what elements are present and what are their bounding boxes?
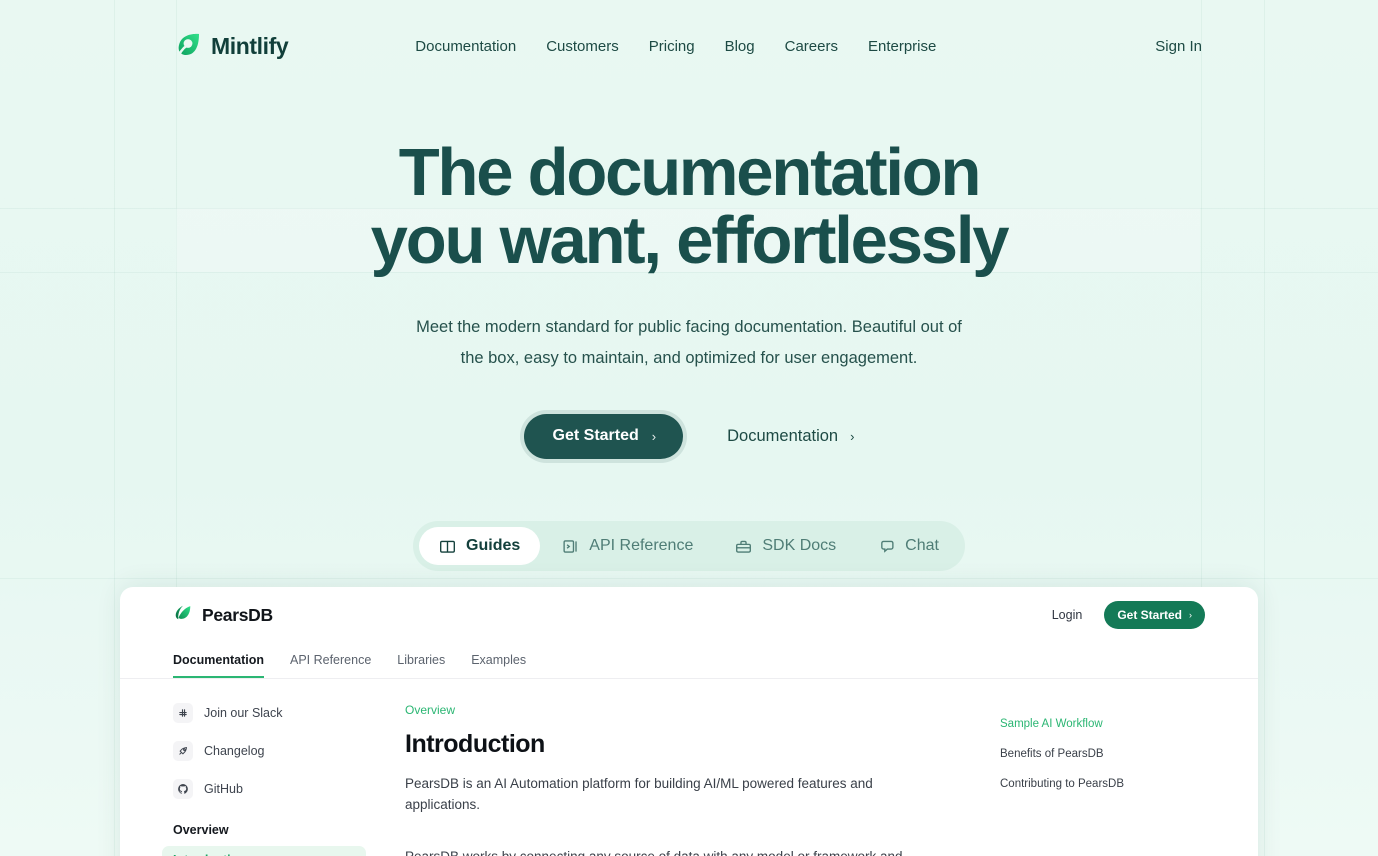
docs-preview-card: PearsDB Login Get Started › Documentatio… [120,587,1258,856]
api-terminal-icon [562,538,579,555]
sidebar-link-github-label: GitHub [204,782,243,796]
nav-item-enterprise[interactable]: Enterprise [868,38,936,55]
sidebar-item-introduction[interactable]: Introduction [162,846,366,856]
docs-tab-documentation[interactable]: Documentation [173,653,264,678]
chat-bubble-icon [878,538,895,555]
tab-sdk-docs-label: SDK Docs [762,537,837,554]
subtitle-line-1: Meet the modern standard for public faci… [416,318,962,336]
hero-body: The documentation you want, effortlessly… [0,92,1378,571]
nav-item-careers[interactable]: Careers [785,38,838,55]
get-started-label: Get Started [552,427,639,444]
sidebar-link-changelog[interactable]: Changelog [173,741,355,761]
tab-chat-label: Chat [905,537,939,554]
sign-in-link[interactable]: Sign In [1155,38,1202,55]
documentation-link-button[interactable]: Documentation › [727,427,854,446]
hero-section: Mintlify Documentation Customers Pricing… [0,0,1378,571]
docs-tab-examples[interactable]: Examples [471,653,526,678]
chevron-right-icon: › [850,429,855,444]
nav-item-blog[interactable]: Blog [725,38,755,55]
tab-guides-label: Guides [466,537,521,554]
brand-logo[interactable]: Mintlify [176,31,289,62]
documentation-label: Documentation [727,427,839,445]
slack-icon [173,703,193,723]
docs-content: Overview Introduction PearsDB is an AI A… [355,703,1000,856]
toolbox-icon [735,538,752,555]
docs-preview-header: PearsDB Login Get Started › [120,587,1258,643]
subtitle-line-2: the box, easy to maintain, and optimized… [460,349,918,367]
primary-nav: Documentation Customers Pricing Blog Car… [415,38,936,55]
github-icon [173,779,193,799]
docs-tab-bar: Documentation API Reference Libraries Ex… [120,643,1258,679]
docs-sidebar: Join our Slack Changelog GitHub Overview [162,703,366,856]
nav-item-pricing[interactable]: Pricing [649,38,695,55]
pearsdb-logo[interactable]: PearsDB [173,603,273,628]
nav-item-customers[interactable]: Customers [546,38,619,55]
chevron-right-icon: › [651,428,657,444]
content-paragraph-2: PearsDB works by connecting any source o… [405,846,945,856]
hero-subtitle: Meet the modern standard for public faci… [389,312,989,374]
login-link[interactable]: Login [1052,608,1083,622]
toc-item-benefits[interactable]: Benefits of PearsDB [1000,748,1205,760]
pears-leaf-icon [173,603,193,628]
sidebar-section-title: Overview [173,823,229,837]
docs-tab-api-reference[interactable]: API Reference [290,653,371,678]
mintlify-leaf-icon [176,31,202,62]
rocket-icon [173,741,193,761]
pearsdb-name: PearsDB [202,604,273,625]
page-title: The documentation you want, effortlessly [0,139,1378,275]
docs-tab-libraries[interactable]: Libraries [397,653,445,678]
table-of-contents: Sample AI Workflow Benefits of PearsDB C… [1000,703,1205,856]
top-navigation-bar: Mintlify Documentation Customers Pricing… [0,0,1378,92]
headline-line-2: you want, effortlessly [370,203,1010,278]
docs-get-started-button[interactable]: Get Started › [1104,601,1205,629]
hero-cta-row: Get Started › Documentation › [0,414,1378,459]
brand-name: Mintlify [211,32,289,59]
toc-item-contributing[interactable]: Contributing to PearsDB [1000,778,1205,790]
nav-item-documentation[interactable]: Documentation [415,38,516,55]
sidebar-link-changelog-label: Changelog [204,744,265,758]
docs-header-actions: Login Get Started › [1052,601,1205,629]
tab-api-reference[interactable]: API Reference [542,527,713,565]
sidebar-link-slack[interactable]: Join our Slack [173,703,355,723]
docs-body: Join our Slack Changelog GitHub Overview… [120,679,1258,856]
get-started-button[interactable]: Get Started › [523,414,684,459]
toc-item-sample-ai-workflow[interactable]: Sample AI Workflow [1000,718,1205,730]
content-title: Introduction [405,730,545,758]
chevron-right-icon: › [1189,610,1192,620]
docs-get-started-label: Get Started [1117,608,1182,622]
headline-line-1: The documentation [398,135,982,210]
sidebar-link-slack-label: Join our Slack [204,706,283,720]
tab-api-reference-label: API Reference [589,537,694,554]
sidebar-link-github[interactable]: GitHub [173,779,355,799]
tab-sdk-docs[interactable]: SDK Docs [715,527,856,565]
tab-guides[interactable]: Guides [419,527,541,565]
tab-chat[interactable]: Chat [858,527,959,565]
book-icon [439,538,456,555]
content-eyebrow: Overview [405,703,456,717]
content-paragraph-1: PearsDB is an AI Automation platform for… [405,776,873,812]
hero-tab-bar: Guides API Reference SDK Docs Chat [413,521,965,571]
